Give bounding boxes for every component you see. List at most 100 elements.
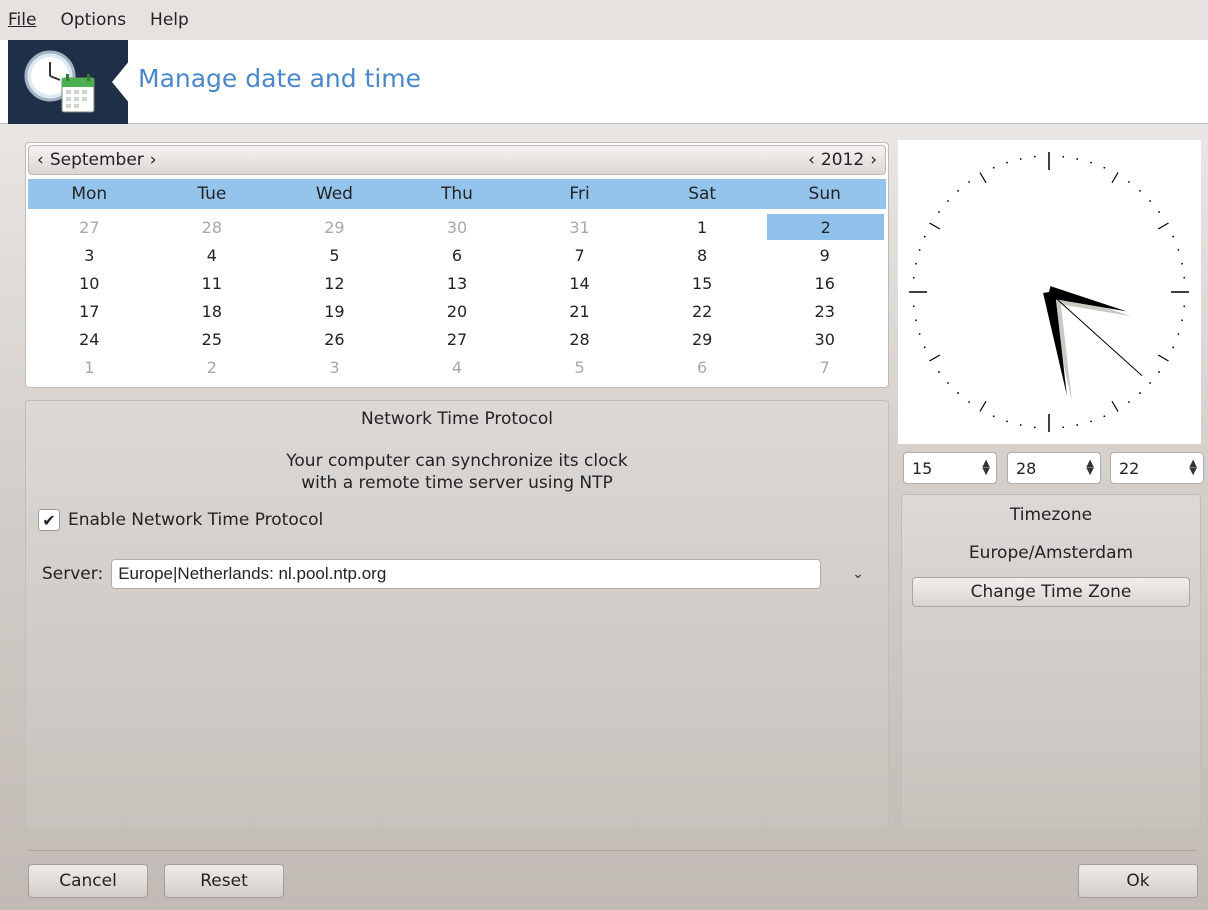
calendar-day[interactable]: 27 bbox=[396, 325, 519, 353]
calendar-day-grid: 27 28 29 30 31 1 2 3 4 5 6 7 8 9 10 11 1… bbox=[28, 213, 886, 381]
calendar-day[interactable]: 30 bbox=[763, 325, 886, 353]
clock-minute-dot bbox=[1103, 415, 1106, 418]
calendar-day[interactable]: 6 bbox=[641, 353, 764, 381]
spin-arrows-icon[interactable]: ▲ ▼ bbox=[1086, 459, 1094, 477]
second-spinbox[interactable]: 22 ▲ ▼ bbox=[1110, 452, 1204, 484]
calendar-day[interactable]: 12 bbox=[273, 269, 396, 297]
calendar-day-selected[interactable]: 2 bbox=[767, 214, 884, 240]
year-label[interactable]: 2012 bbox=[821, 150, 864, 170]
weekday-label: Wed bbox=[315, 184, 353, 204]
clock-hour-tick bbox=[929, 222, 941, 230]
clock-minute-dot bbox=[912, 305, 915, 308]
timezone-group: Timezone Europe/Amsterdam Change Time Zo… bbox=[901, 494, 1201, 830]
calendar-day[interactable]: 5 bbox=[273, 241, 396, 269]
calendar-day[interactable]: 15 bbox=[641, 269, 764, 297]
calendar-day[interactable]: 21 bbox=[518, 297, 641, 325]
weekday-label: Fri bbox=[569, 184, 590, 204]
weekday-label: Sat bbox=[688, 184, 717, 204]
calendar-day[interactable]: 16 bbox=[763, 269, 886, 297]
calendar-day[interactable]: 28 bbox=[151, 213, 274, 241]
calendar-day[interactable]: 10 bbox=[28, 269, 151, 297]
clock-minute-dot bbox=[923, 346, 926, 349]
calendar-day[interactable]: 18 bbox=[151, 297, 274, 325]
month-label[interactable]: September bbox=[50, 150, 144, 170]
calendar-day[interactable]: 28 bbox=[518, 325, 641, 353]
header-arrow-decoration bbox=[112, 60, 130, 104]
clock-minute-dot bbox=[992, 415, 995, 418]
change-time-zone-button[interactable]: Change Time Zone bbox=[912, 577, 1190, 607]
analog-clock[interactable] bbox=[898, 140, 1201, 444]
calendar-day[interactable]: 3 bbox=[273, 353, 396, 381]
prev-month-icon[interactable]: ‹ bbox=[35, 150, 46, 170]
clock-minute-dot bbox=[1006, 161, 1008, 164]
clock-minute-dot bbox=[1172, 346, 1175, 349]
ok-button[interactable]: Ok bbox=[1078, 864, 1198, 898]
clock-minute-dot bbox=[1103, 166, 1106, 169]
menu-file[interactable]: File bbox=[8, 10, 36, 30]
server-label: Server: bbox=[42, 564, 104, 584]
ntp-enable-label[interactable]: Enable Network Time Protocol bbox=[68, 510, 323, 530]
server-combobox[interactable]: Europe|Netherlands: nl.pool.ntp.org bbox=[111, 559, 822, 589]
calendar-day[interactable]: 4 bbox=[151, 241, 274, 269]
calendar-day[interactable]: 6 bbox=[396, 241, 519, 269]
calendar-day[interactable]: 11 bbox=[151, 269, 274, 297]
calendar-day[interactable]: 22 bbox=[641, 297, 764, 325]
menu-options[interactable]: Options bbox=[60, 10, 126, 30]
calendar-day[interactable]: 1 bbox=[641, 213, 764, 241]
menu-help-label: Help bbox=[150, 10, 189, 30]
calendar-day[interactable]: 24 bbox=[28, 325, 151, 353]
calendar-day[interactable]: 9 bbox=[763, 241, 886, 269]
clock-minute-dot bbox=[938, 211, 940, 213]
hour-spinbox[interactable]: 15 ▲ ▼ bbox=[903, 452, 997, 484]
calendar-day[interactable]: 27 bbox=[28, 213, 151, 241]
calendar-day[interactable]: 3 bbox=[28, 241, 151, 269]
clock-face-icon bbox=[909, 152, 1189, 432]
calendar-day[interactable]: 8 bbox=[641, 241, 764, 269]
calendar-day[interactable]: 5 bbox=[518, 353, 641, 381]
calendar-day[interactable]: 19 bbox=[273, 297, 396, 325]
calendar-day[interactable]: 29 bbox=[273, 213, 396, 241]
cancel-button[interactable]: Cancel bbox=[28, 864, 148, 898]
timezone-value: Europe/Amsterdam bbox=[968, 543, 1134, 563]
calendar-day[interactable]: 26 bbox=[273, 325, 396, 353]
calendar-day[interactable]: 23 bbox=[763, 297, 886, 325]
clock-minute-dot bbox=[1090, 420, 1092, 423]
reset-button[interactable]: Reset bbox=[164, 864, 284, 898]
clock-minute-dot bbox=[938, 371, 940, 373]
calendar-day[interactable]: 1 bbox=[28, 353, 151, 381]
clock-minute-dot bbox=[1172, 235, 1175, 238]
minute-spinbox[interactable]: 28 ▲ ▼ bbox=[1007, 452, 1101, 484]
clock-hour-tick bbox=[1157, 354, 1169, 362]
next-year-icon[interactable]: › bbox=[868, 150, 879, 170]
calendar-day[interactable]: 30 bbox=[396, 213, 519, 241]
calendar-day[interactable]: 14 bbox=[518, 269, 641, 297]
minute-value: 28 bbox=[1016, 458, 1037, 478]
weekday-label: Thu bbox=[441, 184, 473, 204]
clock-minute-dot bbox=[1033, 426, 1036, 429]
calendar-day[interactable]: 7 bbox=[763, 353, 886, 381]
clock-minute-dot bbox=[1139, 392, 1141, 394]
calendar-day[interactable]: 31 bbox=[518, 213, 641, 241]
clock-minute-dot bbox=[1177, 333, 1180, 335]
clock-minute-dot bbox=[1181, 262, 1183, 265]
calendar-day[interactable]: 2 bbox=[151, 353, 274, 381]
next-month-icon[interactable]: › bbox=[148, 150, 159, 170]
clock-minute-dot bbox=[1033, 155, 1036, 158]
calendar-day[interactable]: 7 bbox=[518, 241, 641, 269]
spin-arrows-icon[interactable]: ▲ ▼ bbox=[1189, 459, 1197, 477]
calendar-day[interactable]: 17 bbox=[28, 297, 151, 325]
calendar-day[interactable]: 13 bbox=[396, 269, 519, 297]
calendar-day[interactable]: 29 bbox=[641, 325, 764, 353]
ntp-enable-checkbox[interactable]: ✔ bbox=[38, 509, 60, 531]
calendar-day[interactable]: 25 bbox=[151, 325, 274, 353]
spin-arrows-icon[interactable]: ▲ ▼ bbox=[982, 459, 990, 477]
menu-help[interactable]: Help bbox=[150, 10, 189, 30]
clock-minute-dot bbox=[1062, 155, 1065, 158]
clock-minute-dot bbox=[1019, 158, 1022, 160]
chevron-down-icon[interactable]: ⌄ bbox=[848, 559, 868, 589]
calendar-day[interactable]: 4 bbox=[396, 353, 519, 381]
year-navigator: ‹ 2012 › bbox=[806, 150, 879, 170]
calendar-day[interactable]: 20 bbox=[396, 297, 519, 325]
ntp-enable-row[interactable]: ✔ Enable Network Time Protocol bbox=[38, 509, 323, 531]
prev-year-icon[interactable]: ‹ bbox=[806, 150, 817, 170]
